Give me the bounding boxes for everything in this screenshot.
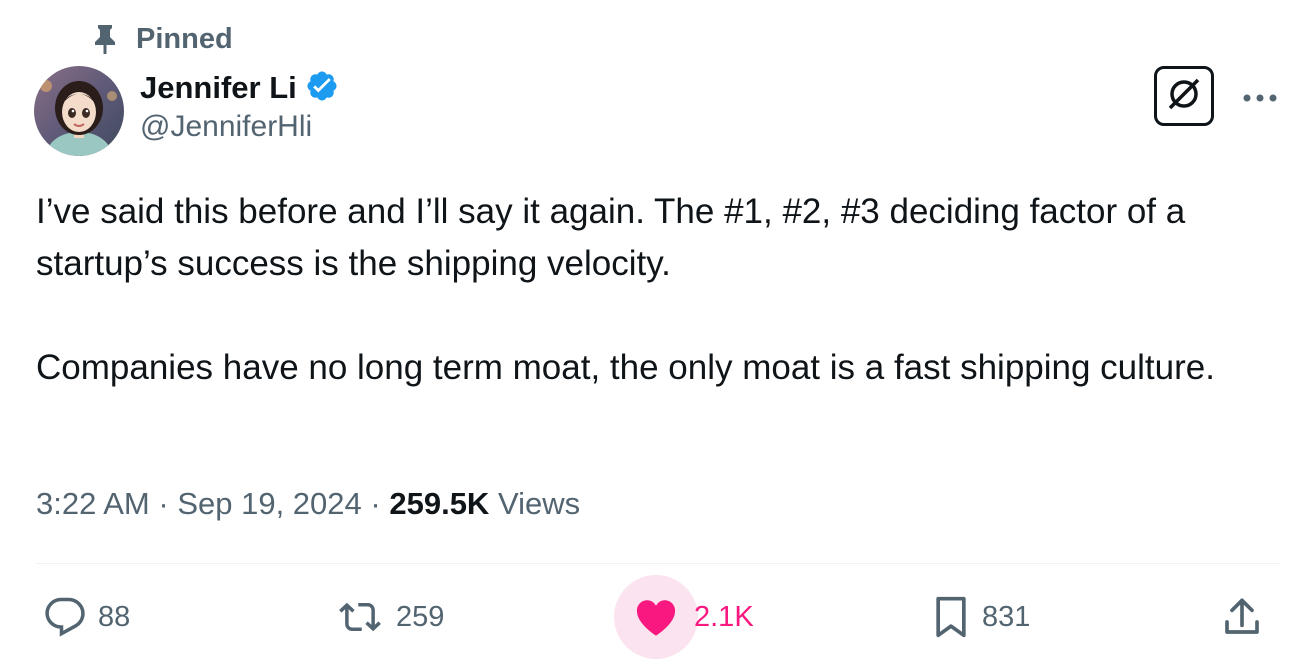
pinned-indicator: Pinned xyxy=(92,20,233,58)
pinned-label: Pinned xyxy=(136,22,233,55)
avatar[interactable] xyxy=(34,66,124,156)
author-name-row[interactable]: Jennifer Li xyxy=(140,66,339,110)
verified-badge-icon xyxy=(305,69,339,108)
like-count: 2.1K xyxy=(694,600,754,633)
meta-separator: · xyxy=(370,486,381,521)
tweet-text: I’ve said this before and I’ll say it ag… xyxy=(36,186,1286,394)
like-button[interactable]: 2.1K xyxy=(614,590,754,644)
bookmark-count: 831 xyxy=(982,600,1031,633)
reply-button[interactable]: 88 xyxy=(44,590,130,644)
views-label: Views xyxy=(497,486,581,521)
tweet-date[interactable]: Sep 19, 2024 xyxy=(177,486,361,521)
author-name[interactable]: Jennifer Li xyxy=(140,70,297,106)
tweet-paragraph: I’ve said this before and I’ll say it ag… xyxy=(36,192,1186,283)
reply-icon xyxy=(44,596,86,638)
heart-icon xyxy=(614,590,698,644)
pin-icon xyxy=(92,23,118,55)
views-count: 259.5K xyxy=(389,486,490,521)
retweet-icon xyxy=(336,596,384,638)
grok-icon xyxy=(1164,74,1204,119)
bookmark-icon xyxy=(932,595,970,639)
more-options-button[interactable] xyxy=(1240,84,1280,114)
meta-separator: · xyxy=(158,486,169,521)
more-icon xyxy=(1242,90,1278,108)
tweet-time[interactable]: 3:22 AM xyxy=(36,486,150,521)
reply-count: 88 xyxy=(98,600,131,633)
retweet-count: 259 xyxy=(396,600,445,633)
grok-button[interactable] xyxy=(1154,66,1214,126)
tweet-meta: 3:22 AM · Sep 19, 2024 · 259.5K Views xyxy=(36,482,580,526)
divider xyxy=(36,563,1280,564)
author-handle[interactable]: @JenniferHli xyxy=(140,110,312,144)
bookmark-button[interactable]: 831 xyxy=(932,590,1030,644)
share-icon xyxy=(1222,595,1262,639)
share-button[interactable] xyxy=(1222,590,1262,644)
tweet-paragraph: Companies have no long term moat, the on… xyxy=(36,348,1215,387)
retweet-button[interactable]: 259 xyxy=(336,590,444,644)
